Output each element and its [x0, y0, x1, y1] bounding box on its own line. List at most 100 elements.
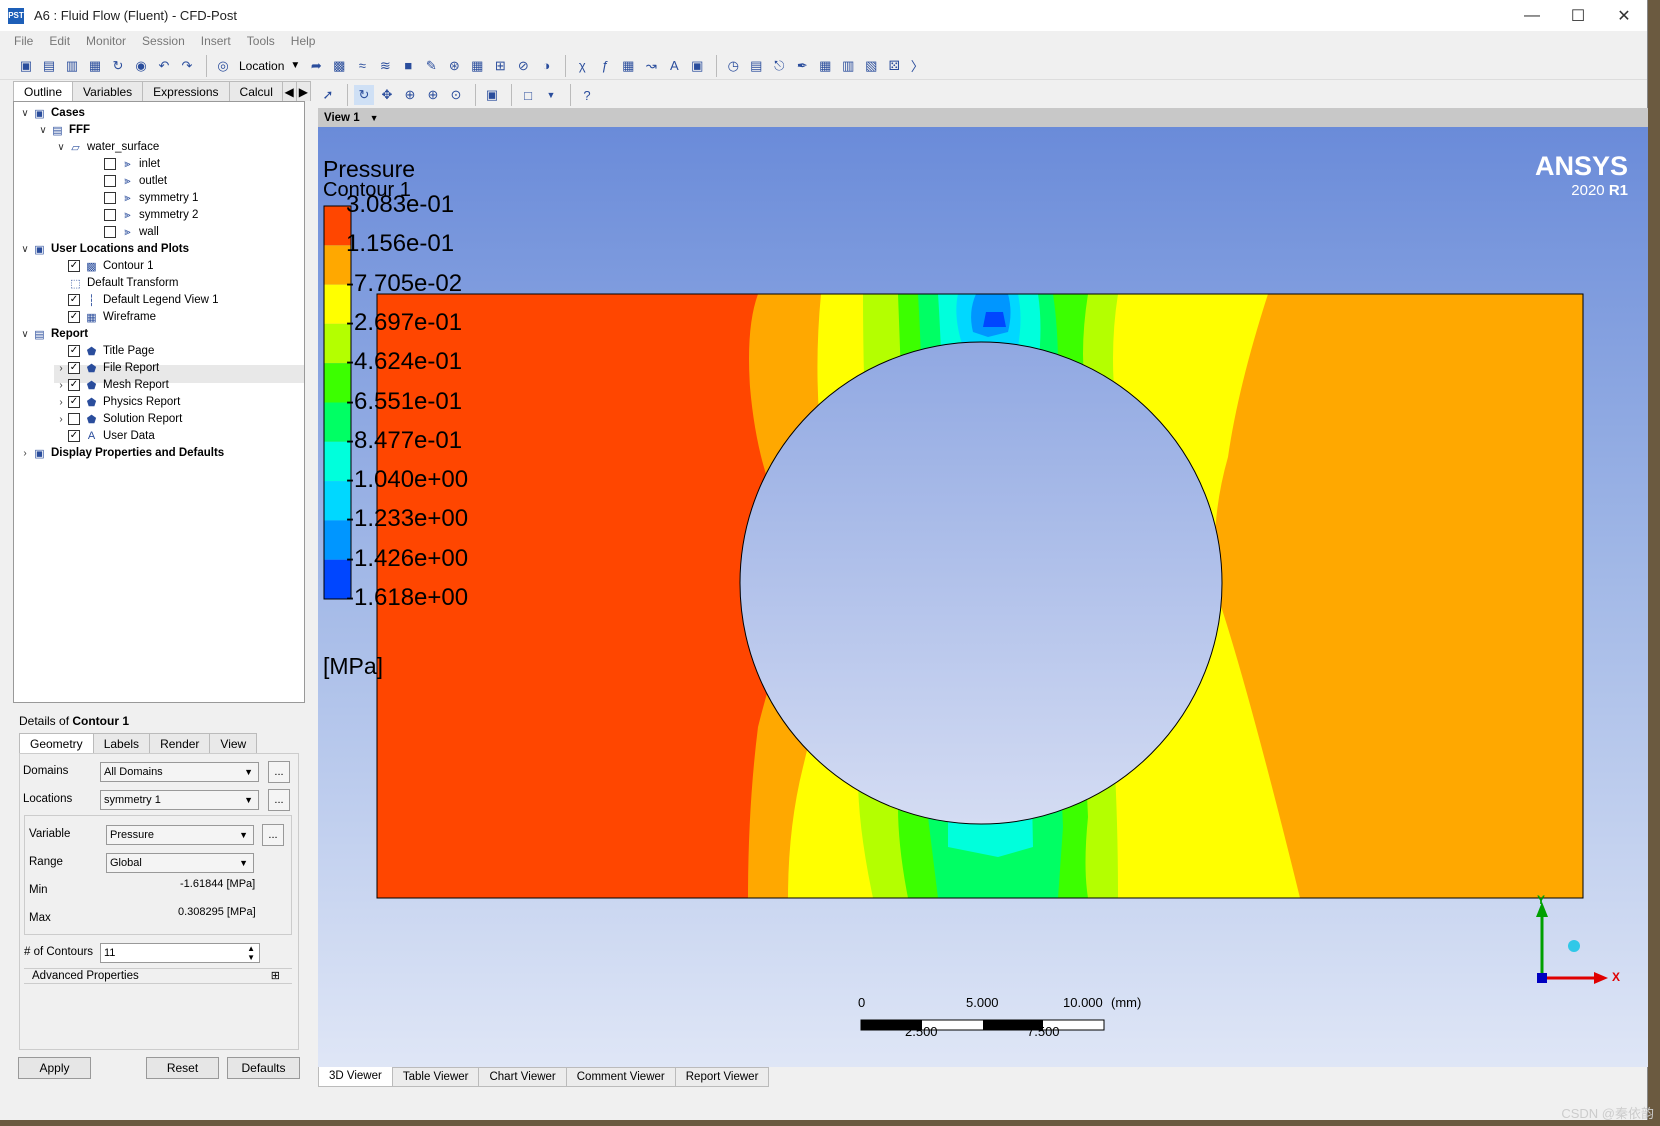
tab-report-viewer[interactable]: Report Viewer	[674, 1067, 770, 1087]
redo-icon[interactable]: ↷	[177, 56, 197, 76]
color-map-icon[interactable]: ◑	[536, 56, 556, 76]
tree-expander-icon[interactable]: ›	[54, 414, 68, 425]
chevron-down-icon[interactable]: ▼	[541, 85, 561, 105]
expression-icon[interactable]: ƒ	[595, 56, 615, 76]
tree-item[interactable]: ⬚ Default Transform	[54, 274, 178, 292]
tab-geometry[interactable]: Geometry	[19, 733, 94, 753]
highlight-icon[interactable]: ▣	[482, 85, 502, 105]
volume-render-icon[interactable]: ■	[398, 56, 418, 76]
table-icon[interactable]: ▦	[618, 56, 638, 76]
tree-item[interactable]: › ▣ Display Properties and Defaults	[18, 444, 224, 462]
defaults-button[interactable]: Defaults	[227, 1057, 300, 1079]
locations-select[interactable]: symmetry 1 ▼	[100, 790, 259, 810]
tree-expander-icon[interactable]: ›	[54, 380, 68, 391]
tab-view[interactable]: View	[209, 733, 258, 753]
tree-item[interactable]: ∨ ▤ FFF	[36, 121, 90, 139]
tab-scroll-right-icon[interactable]: ▶	[295, 81, 312, 101]
tree-expander-icon[interactable]: ∨	[18, 329, 32, 340]
tree-checkbox[interactable]	[104, 209, 116, 221]
contours-spinner[interactable]: 11 ▲ ▼	[100, 943, 260, 963]
variable-icon[interactable]: χ	[572, 56, 592, 76]
menu-help[interactable]: Help	[291, 34, 316, 48]
refresh-icon[interactable]: ↻	[108, 56, 128, 76]
location-dropdown[interactable]: ◎ Location ▼	[213, 56, 300, 76]
load-results-icon[interactable]: ▤	[39, 56, 59, 76]
tree-checkbox[interactable]	[104, 158, 116, 170]
macro-calculator-icon[interactable]: ▥	[838, 56, 858, 76]
menu-tools[interactable]: Tools	[247, 34, 275, 48]
open-icon[interactable]: ▥	[62, 56, 82, 76]
domains-select[interactable]: All Domains ▼	[100, 762, 259, 782]
tab-render[interactable]: Render	[149, 733, 211, 753]
mesh-calculator-icon[interactable]: ▧	[861, 56, 881, 76]
chart-icon[interactable]: ↝	[641, 56, 661, 76]
tab-calculators[interactable]: Calcul	[228, 81, 283, 101]
screenshot-icon[interactable]: ◉	[131, 56, 151, 76]
figure-icon[interactable]: ▣	[687, 56, 707, 76]
comment-icon[interactable]: A	[664, 56, 684, 76]
tree-expander-icon[interactable]: ∨	[36, 125, 50, 136]
tab-comment-viewer[interactable]: Comment Viewer	[565, 1067, 676, 1087]
tree-item[interactable]: ⫸ symmetry 1	[90, 189, 198, 207]
tree-checkbox[interactable]	[104, 175, 116, 187]
case-comparison-icon[interactable]: ⚄	[884, 56, 904, 76]
maximize-button[interactable]: ☐	[1555, 0, 1601, 31]
tree-item[interactable]: ⫸ outlet	[90, 172, 167, 190]
tree-checkbox[interactable]	[68, 413, 80, 425]
tree-expander-icon[interactable]: ›	[54, 397, 68, 408]
clip-plane-icon[interactable]: ⊘	[513, 56, 533, 76]
text-icon[interactable]: ✎	[421, 56, 441, 76]
menu-session[interactable]: Session	[142, 34, 185, 48]
tree-checkbox[interactable]	[104, 192, 116, 204]
tree-item[interactable]: ∨ ▣ User Locations and Plots	[18, 240, 189, 258]
instance-transform-icon[interactable]: ⊞	[490, 56, 510, 76]
select-icon[interactable]: ➚	[318, 85, 338, 105]
tree-checkbox[interactable]: ✓	[68, 430, 80, 442]
minimize-button[interactable]: —	[1509, 0, 1555, 31]
tree-item[interactable]: ∨ ▤ Report	[18, 325, 88, 343]
zoom-icon[interactable]: ⊕	[400, 85, 420, 105]
tree-item[interactable]: ⫸ inlet	[90, 155, 160, 173]
tree-checkbox[interactable]: ✓	[68, 396, 80, 408]
locations-more-button[interactable]: ...	[268, 789, 290, 811]
contour-icon[interactable]: ▩	[329, 56, 349, 76]
viewport-layout-icon[interactable]: □	[518, 85, 538, 105]
tab-variables[interactable]: Variables	[72, 81, 144, 101]
tree-checkbox[interactable]: ✓	[68, 294, 80, 306]
range-select[interactable]: Global ▼	[106, 853, 254, 873]
fit-view-icon[interactable]: ⊙	[446, 85, 466, 105]
function-calculator-icon[interactable]: ▦	[815, 56, 835, 76]
tree-expander-icon[interactable]: ›	[18, 448, 32, 459]
streamline-icon[interactable]: ≈	[352, 56, 372, 76]
apply-button[interactable]: Apply	[18, 1057, 91, 1079]
tree-item[interactable]: ✓ ▦ Wireframe	[54, 308, 156, 326]
tree-checkbox[interactable]: ✓	[68, 345, 80, 357]
tree-item[interactable]: › ✓ ⬟ Mesh Report	[54, 376, 169, 394]
tree-item[interactable]: ∨ ▣ Cases	[18, 104, 85, 122]
tree-checkbox[interactable]	[104, 226, 116, 238]
tree-item[interactable]: › ⬟ Solution Report	[54, 410, 182, 428]
domains-more-button[interactable]: ...	[268, 761, 290, 783]
load-state-icon[interactable]: ▣	[16, 56, 36, 76]
timestep-icon[interactable]: ◷	[723, 56, 743, 76]
expand-plus-icon[interactable]: ⊞	[271, 969, 280, 982]
variable-select[interactable]: Pressure ▼	[106, 825, 254, 845]
tree-item[interactable]: ⫸ wall	[90, 223, 159, 241]
menu-file[interactable]: File	[14, 34, 33, 48]
tree-item[interactable]: › ✓ ⬟ Physics Report	[54, 393, 180, 411]
quick-editor-icon[interactable]: ⎋	[769, 56, 789, 76]
spinner-arrows-icon[interactable]: ▲ ▼	[247, 944, 255, 962]
tab-labels[interactable]: Labels	[92, 733, 151, 753]
tree-item[interactable]: ⫸ symmetry 2	[90, 206, 198, 224]
save-icon[interactable]: ▦	[85, 56, 105, 76]
tree-expander-icon[interactable]: ∨	[18, 108, 32, 119]
particle-track-icon[interactable]: ≋	[375, 56, 395, 76]
pan-icon[interactable]: ✥	[377, 85, 397, 105]
animation-icon[interactable]: ▤	[746, 56, 766, 76]
menu-monitor[interactable]: Monitor	[86, 34, 126, 48]
coordinate-frame-icon[interactable]: ⊛	[444, 56, 464, 76]
tree-item[interactable]: ✓ A User Data	[54, 427, 155, 445]
tree-checkbox[interactable]: ✓	[68, 260, 80, 272]
tree-checkbox[interactable]: ✓	[68, 379, 80, 391]
tab-expressions[interactable]: Expressions	[142, 81, 230, 101]
